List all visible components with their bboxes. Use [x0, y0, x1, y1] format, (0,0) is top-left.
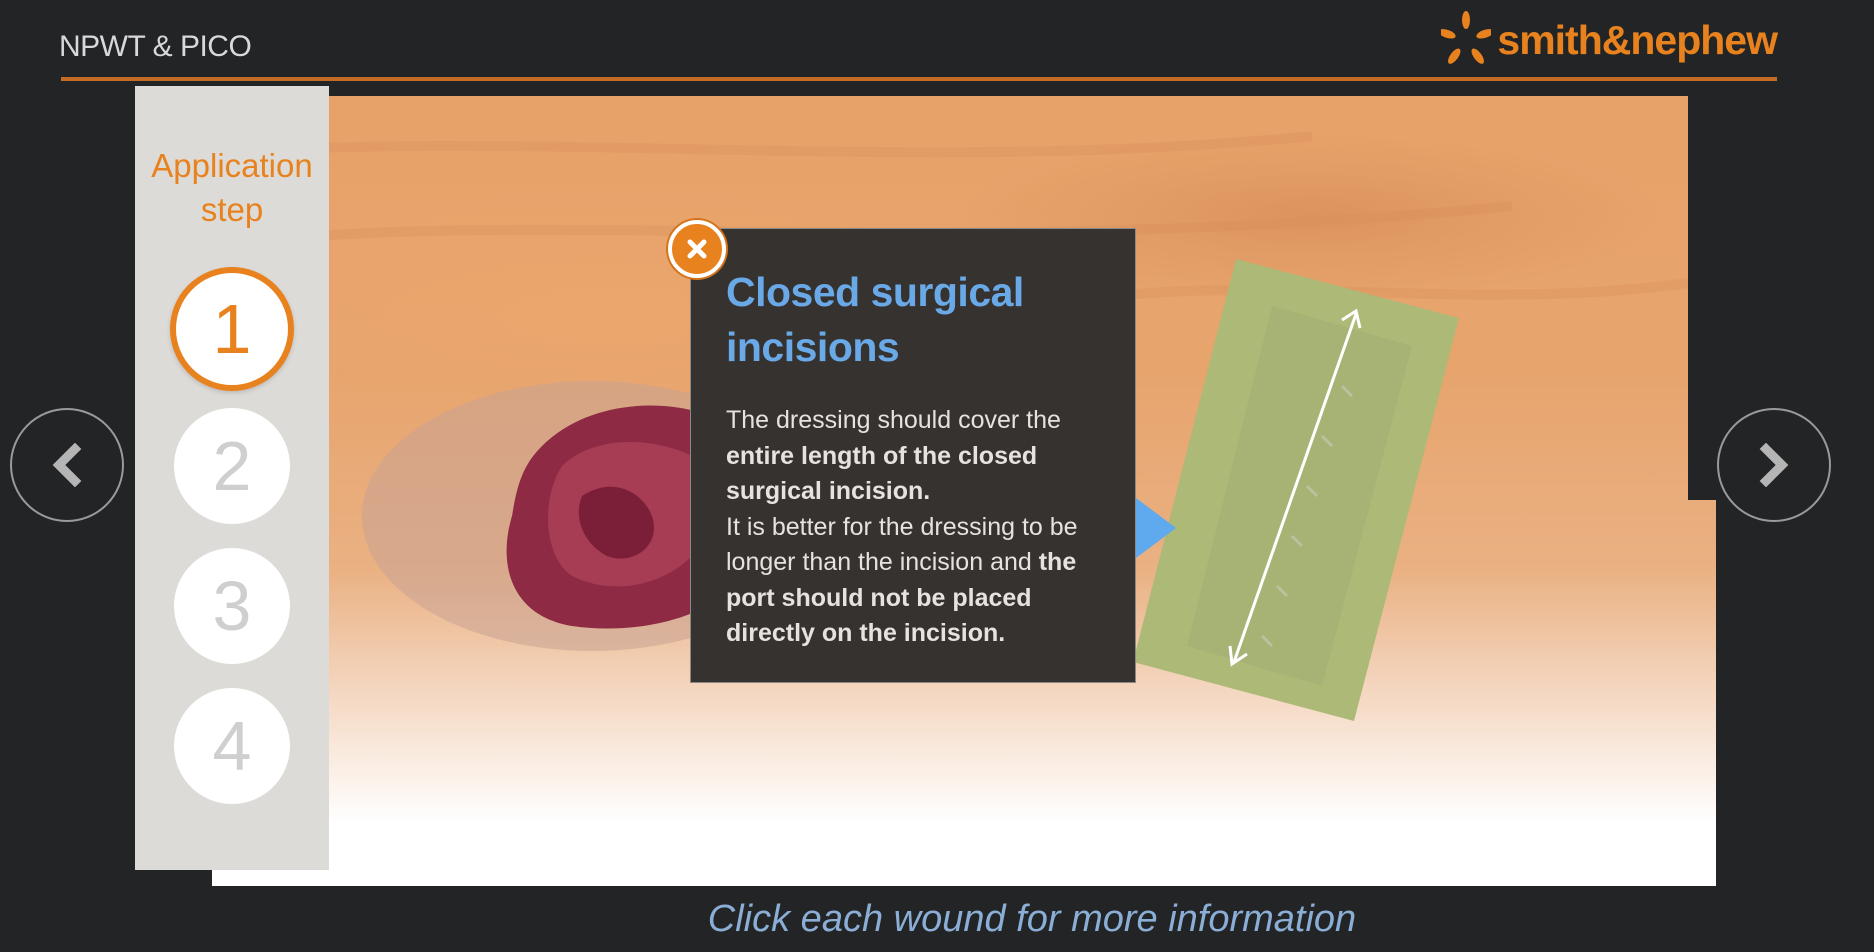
prev-button[interactable]	[10, 408, 124, 522]
close-icon	[687, 239, 707, 259]
info-popup: Closed surgical incisions The dressing s…	[690, 228, 1136, 683]
popup-title: Closed surgical incisions	[726, 269, 1024, 370]
next-button[interactable]	[1717, 408, 1831, 522]
header-title: NPWT & PICO	[59, 30, 252, 63]
header-divider	[61, 77, 1777, 81]
popup-body: The dressing should cover the entire len…	[726, 403, 1105, 652]
brand-logo: smith&nephew	[1441, 10, 1778, 70]
step-sidebar: Application step 1 2 3 4	[135, 86, 329, 870]
closed-incision-dressing[interactable]	[1133, 259, 1459, 721]
sidebar-heading[interactable]: Application step	[135, 144, 329, 232]
chevron-left-icon	[52, 443, 82, 487]
popup-close-button[interactable]	[668, 220, 726, 278]
popup-text-2: It is better for the dressing to be long…	[726, 512, 1078, 577]
step-3-button[interactable]: 3	[174, 548, 290, 664]
stage-edge	[1688, 96, 1716, 500]
step-2-button[interactable]: 2	[174, 408, 290, 524]
instruction-caption: Click each wound for more information	[707, 898, 1357, 940]
popup-pointer	[1136, 498, 1176, 558]
chevron-right-icon	[1759, 443, 1789, 487]
step-1-button[interactable]: 1	[170, 267, 294, 391]
starburst-logo-icon	[1441, 11, 1492, 64]
popup-text-1: The dressing should cover the	[726, 406, 1061, 434]
popup-text-1-bold: entire length of the closed surgical inc…	[726, 441, 1038, 506]
step-4-button[interactable]: 4	[174, 688, 290, 804]
brand-name: smith&nephew	[1497, 16, 1778, 63]
